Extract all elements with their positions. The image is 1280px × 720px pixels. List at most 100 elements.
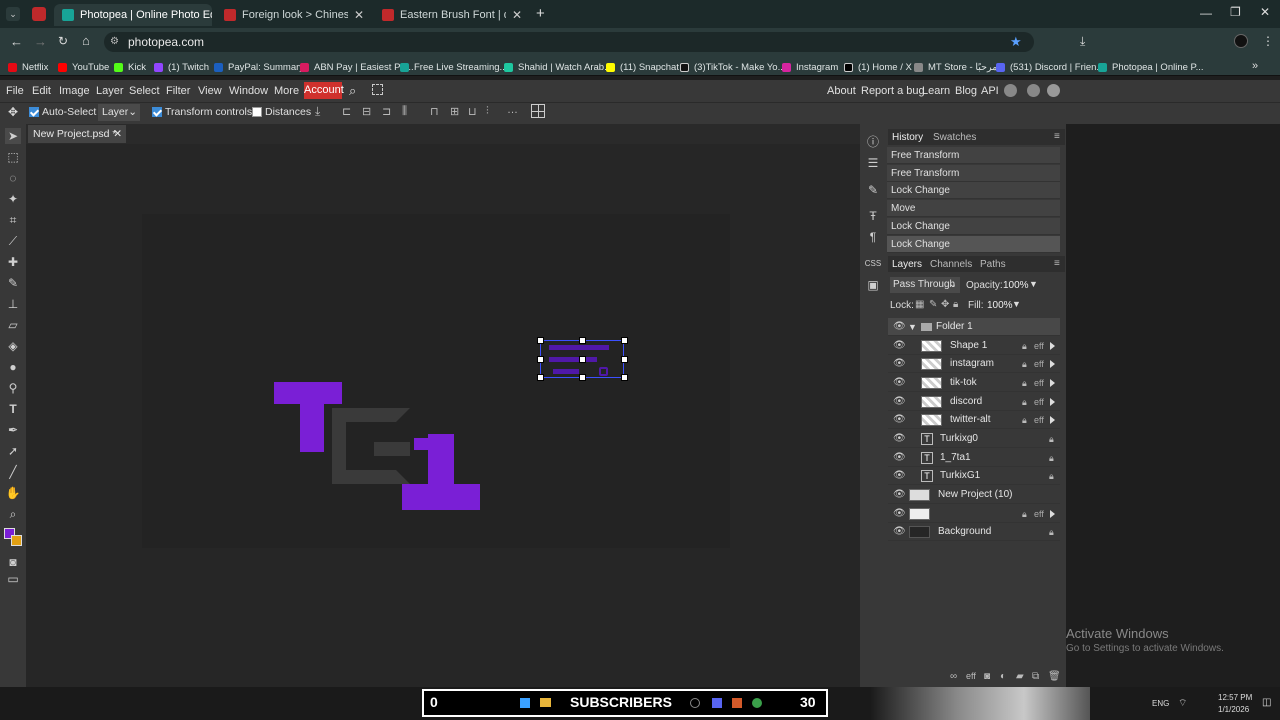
layer-row[interactable]: 👁︎ Background 🔒︎ xyxy=(888,523,1060,541)
expand-arrow-icon[interactable] xyxy=(1050,416,1055,424)
more-options-icon[interactable]: … xyxy=(507,104,518,116)
bookmark-netflix[interactable]: Netflix xyxy=(8,62,48,73)
lock-icon[interactable]: 🔒︎ xyxy=(1022,374,1027,392)
opacity-field[interactable]: 100% xyxy=(1003,280,1029,291)
eye-icon[interactable]: 👁︎ xyxy=(893,374,906,392)
layer-effects-icon[interactable]: eff xyxy=(966,671,976,681)
transform-handle[interactable] xyxy=(579,356,586,363)
css-icon[interactable]: CSS xyxy=(863,256,883,272)
eye-icon[interactable]: 👁︎ xyxy=(893,467,906,485)
file-explorer-icon[interactable] xyxy=(540,698,551,707)
eye-icon[interactable]: 👁︎ xyxy=(893,430,906,448)
marquee-tool-icon[interactable]: ⬚ xyxy=(5,149,21,165)
eye-icon[interactable]: 👁︎ xyxy=(893,318,906,336)
close-icon[interactable]: ✕ xyxy=(113,125,122,143)
new-layer-icon[interactable]: ⧉ xyxy=(1032,671,1039,682)
transform-handle[interactable] xyxy=(579,374,586,381)
notification-icon[interactable]: ◫ xyxy=(1262,697,1271,708)
tab-history[interactable]: History xyxy=(892,132,923,143)
move-tool-icon[interactable]: ➤ xyxy=(5,128,21,144)
expand-arrow-icon[interactable] xyxy=(1050,510,1055,518)
taskbar-app-icon[interactable] xyxy=(752,698,762,708)
layer-row[interactable]: 👁︎ New Project (10) xyxy=(888,486,1060,504)
crop-tool-icon[interactable]: ⌗ xyxy=(5,212,21,228)
lock-icon[interactable]: 🔒︎ xyxy=(1022,393,1027,411)
layer-row[interactable]: 👁︎ T Turkixg0 🔒︎ xyxy=(888,430,1060,448)
lock-paint-icon[interactable]: ✎ xyxy=(929,299,937,310)
lock-all-icon[interactable]: 🔒︎ xyxy=(953,299,958,310)
transform-controls-checkbox[interactable]: Transform controls xyxy=(152,106,252,118)
close-icon[interactable]: ✕ xyxy=(354,8,364,22)
adjustments-icon[interactable]: ☰ xyxy=(865,155,881,171)
bookmark-youtube[interactable]: YouTube xyxy=(58,62,109,73)
history-item[interactable]: Lock Change xyxy=(887,218,1060,235)
transform-handle[interactable] xyxy=(621,356,628,363)
facebook-icon[interactable] xyxy=(1047,84,1060,97)
panel-menu-icon[interactable]: ≡ xyxy=(1054,258,1060,269)
eye-icon[interactable]: 👁︎ xyxy=(893,393,906,411)
history-item[interactable]: Free Transform xyxy=(887,147,1060,164)
lock-icon[interactable]: 🔒︎ xyxy=(1022,505,1027,523)
background-color-swatch[interactable] xyxy=(11,535,22,546)
fill-dropdown-icon[interactable]: ▼ xyxy=(1012,299,1021,309)
eraser-tool-icon[interactable]: ▱ xyxy=(5,317,21,333)
social-icons-group[interactable] xyxy=(537,337,628,381)
quick-mask-icon[interactable]: ◙ xyxy=(5,554,21,570)
eye-icon[interactable]: 👁︎ xyxy=(893,411,906,429)
bookmark-paypal[interactable]: PayPal: Summary xyxy=(214,62,304,73)
layer-row[interactable]: 👁︎ tik-tok 🔒︎ eff xyxy=(888,374,1060,392)
bookmark-shahid[interactable]: Shahid | Watch Arab... xyxy=(504,62,612,73)
menu-edit[interactable]: Edit xyxy=(32,85,51,97)
fx-label[interactable]: eff xyxy=(1034,411,1044,429)
align-top-icon[interactable]: ⊓ xyxy=(430,105,439,118)
transform-handle[interactable] xyxy=(537,356,544,363)
opacity-dropdown-icon[interactable]: ▼ xyxy=(1029,279,1038,289)
minimize-button[interactable]: — xyxy=(1200,6,1212,20)
auto-select-checkbox[interactable]: Auto-Select xyxy=(29,106,96,118)
document-canvas[interactable] xyxy=(142,214,730,548)
fx-label[interactable]: eff xyxy=(1034,355,1044,373)
windows-start-icon[interactable] xyxy=(520,698,530,708)
info-icon[interactable]: ⓘ xyxy=(865,134,881,150)
paint-bucket-tool-icon[interactable]: ◈ xyxy=(5,338,21,354)
account-button[interactable]: Account xyxy=(304,82,344,99)
brush-tool-icon[interactable]: ✎ xyxy=(5,275,21,291)
fullscreen-icon[interactable] xyxy=(372,84,383,95)
eye-icon[interactable]: 👁︎ xyxy=(893,449,906,467)
lock-icon[interactable]: 🔒︎ xyxy=(1022,411,1027,429)
dodge-tool-icon[interactable]: ⚲ xyxy=(5,380,21,396)
layer-row[interactable]: 👁︎ 🔒︎ eff xyxy=(888,505,1060,523)
delete-layer-icon[interactable]: 🗑︎ xyxy=(1048,671,1061,682)
tab-swatches[interactable]: Swatches xyxy=(933,132,976,143)
character-icon[interactable]: Ŧ xyxy=(865,208,881,224)
twitter-icon[interactable] xyxy=(1027,84,1040,97)
maximize-button[interactable]: ❐ xyxy=(1230,5,1241,19)
new-tab-button[interactable]: + xyxy=(536,5,545,22)
menu-layer[interactable]: Layer xyxy=(96,85,124,97)
align-middle-icon[interactable]: ⊞ xyxy=(450,105,459,118)
healing-tool-icon[interactable]: ✚ xyxy=(5,254,21,270)
tab-paths[interactable]: Paths xyxy=(980,259,1006,270)
expand-arrow-icon[interactable] xyxy=(1050,360,1055,368)
tab-layers[interactable]: Layers xyxy=(892,259,922,270)
checkbox-checked[interactable] xyxy=(152,107,162,118)
bookmark-kick[interactable]: Kick xyxy=(114,62,146,73)
document-tab[interactable]: New Project.psd * ✕ xyxy=(28,125,126,143)
fx-label[interactable]: eff xyxy=(1034,374,1044,392)
profile-avatar[interactable] xyxy=(1234,34,1248,48)
bookmark-photopea[interactable]: Photopea | Online P... xyxy=(1098,62,1204,73)
fx-label[interactable]: eff xyxy=(1034,505,1044,523)
pinned-tab-icon[interactable] xyxy=(32,7,46,21)
menu-window[interactable]: Window xyxy=(229,85,268,97)
fx-label[interactable]: eff xyxy=(1034,337,1044,355)
align-left-icon[interactable]: ⊏ xyxy=(342,105,351,118)
browser-tab-foreign-look[interactable]: Foreign look > Chinese, Jpn fon ✕ xyxy=(216,4,372,26)
download-icon[interactable]: ⤓ xyxy=(315,104,320,119)
expand-arrow-icon[interactable] xyxy=(1050,342,1055,350)
align-right-icon[interactable]: ⊐ xyxy=(382,105,391,118)
bookmark-snapchat[interactable]: (11) Snapchat xyxy=(606,62,679,73)
screen-mode-icon[interactable]: ▭ xyxy=(5,571,21,587)
layer-row[interactable]: 👁︎ discord 🔒︎ eff xyxy=(888,393,1060,411)
back-icon[interactable]: ← xyxy=(10,34,23,49)
fx-label[interactable]: eff xyxy=(1034,393,1044,411)
